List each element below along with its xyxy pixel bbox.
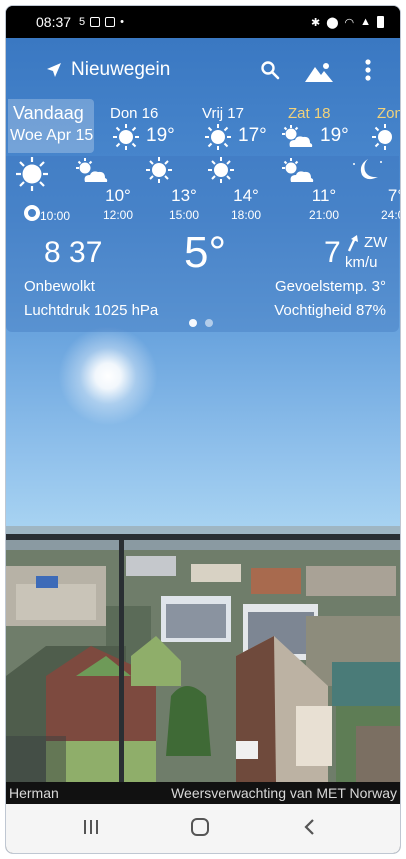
feels-like: Gevoelstemp. 3° bbox=[274, 278, 386, 295]
page-dot bbox=[205, 319, 213, 327]
hour-item: 14° 18:00 bbox=[196, 156, 261, 226]
day-temp: 19° bbox=[320, 125, 349, 146]
sun-cloud-icon bbox=[68, 156, 118, 188]
forecast-source[interactable]: Weersverwachting van MET Norway bbox=[171, 785, 397, 801]
photo-credit-bar: Herman Weersverwachting van MET Norway bbox=[6, 782, 400, 804]
day-temp: 19° bbox=[146, 125, 175, 146]
daily-forecast-strip: Vandaag Woe Apr 15 Don 16 19° Vrij 17 17… bbox=[6, 99, 400, 155]
current-time-indicator bbox=[24, 205, 40, 221]
wind-speed: 7 bbox=[324, 236, 341, 269]
sun-glow bbox=[58, 326, 158, 426]
current-temperature: 5° bbox=[184, 228, 227, 277]
webcam-photo bbox=[6, 526, 400, 782]
location-arrow-icon[interactable] bbox=[46, 62, 62, 83]
status-5-icon: 5 bbox=[79, 16, 86, 28]
back-icon[interactable] bbox=[302, 818, 316, 841]
status-dot-icon: • bbox=[120, 16, 125, 28]
location-icon: ⬤ bbox=[326, 16, 339, 29]
status-system-icons: ✱ ⬤ ◠ ▲ bbox=[311, 16, 384, 29]
hour-time: 24:00 bbox=[380, 208, 400, 222]
day-name: Zat 18 bbox=[288, 105, 331, 122]
home-icon[interactable] bbox=[190, 818, 210, 841]
status-a-icon bbox=[90, 17, 101, 27]
sun-large-icon bbox=[10, 156, 60, 191]
photo-author: Herman bbox=[9, 785, 59, 801]
wind-direction: ZW bbox=[364, 234, 388, 251]
landscape-icon[interactable] bbox=[304, 61, 334, 88]
day-tab-2[interactable]: Vrij 17 17° bbox=[202, 101, 282, 153]
day-name: Vrij 17 bbox=[202, 105, 244, 122]
sun-icon bbox=[112, 123, 140, 156]
sun-icon bbox=[134, 156, 184, 188]
status-notification-icons: 5 • bbox=[79, 16, 124, 28]
humidity: Vochtigheid 87% bbox=[274, 302, 386, 319]
hour-temp: 14° bbox=[233, 186, 259, 205]
hour-time: 21:00 bbox=[308, 208, 340, 222]
signal-icon: ▲ bbox=[360, 16, 371, 28]
battery-icon bbox=[377, 16, 384, 28]
day-tab-4[interactable]: Zon bbox=[369, 101, 401, 156]
day-name: Zon bbox=[377, 105, 401, 122]
hour-time: 18:00 bbox=[230, 208, 262, 222]
page-dot-active bbox=[189, 319, 197, 327]
system-navigation-bar bbox=[6, 804, 400, 853]
status-time: 08:37 bbox=[36, 14, 72, 30]
weather-description: Onbewolkt bbox=[24, 278, 95, 295]
hour-item: 13° 15:00 bbox=[134, 156, 199, 226]
hour-temp: 7° bbox=[387, 186, 400, 205]
sun-icon bbox=[204, 123, 232, 156]
status-bar: 08:37 5 • ✱ ⬤ ◠ ▲ bbox=[6, 6, 400, 38]
day-tab-today[interactable]: Vandaag Woe Apr 15 bbox=[8, 99, 94, 153]
hour-item: 7° 24:00 bbox=[346, 156, 400, 226]
day-name: Don 16 bbox=[110, 105, 159, 122]
page-indicator bbox=[189, 319, 213, 327]
search-icon[interactable] bbox=[260, 60, 280, 85]
status-media-icon bbox=[105, 17, 116, 27]
wind-unit: km/u bbox=[345, 254, 378, 271]
sun-icon bbox=[196, 156, 246, 188]
bluetooth-icon: ✱ bbox=[310, 16, 321, 29]
city-name[interactable]: Nieuwegein bbox=[71, 59, 170, 81]
sun-cloud-icon bbox=[274, 156, 324, 188]
current-time: 8 37 bbox=[44, 236, 103, 269]
moon-icon bbox=[346, 156, 396, 188]
day-tab-1[interactable]: Don 16 19° bbox=[110, 101, 190, 153]
day-tab-3[interactable]: Zat 18 19° bbox=[278, 101, 358, 153]
hour-item: 10° 12:00 bbox=[68, 156, 133, 226]
wifi-icon: ◠ bbox=[344, 16, 355, 29]
hour-item: 11° 21:00 bbox=[274, 156, 339, 226]
app-bar: Nieuwegein bbox=[6, 40, 400, 100]
day-temp: 17° bbox=[238, 125, 267, 146]
app-frame: 08:37 5 • ✱ ⬤ ◠ ▲ Nieuwegein Vandaag Woe… bbox=[5, 5, 401, 854]
today-label: Vandaag bbox=[13, 103, 84, 123]
more-options-icon[interactable] bbox=[364, 58, 372, 87]
sun-icon bbox=[371, 123, 399, 156]
sun-cloud-icon bbox=[280, 123, 314, 156]
hour-temp: 11° bbox=[311, 186, 337, 205]
today-date: Woe Apr 15 bbox=[10, 127, 94, 144]
recent-apps-icon[interactable] bbox=[82, 818, 100, 841]
air-pressure: Luchtdruk 1025 hPa bbox=[24, 302, 159, 319]
